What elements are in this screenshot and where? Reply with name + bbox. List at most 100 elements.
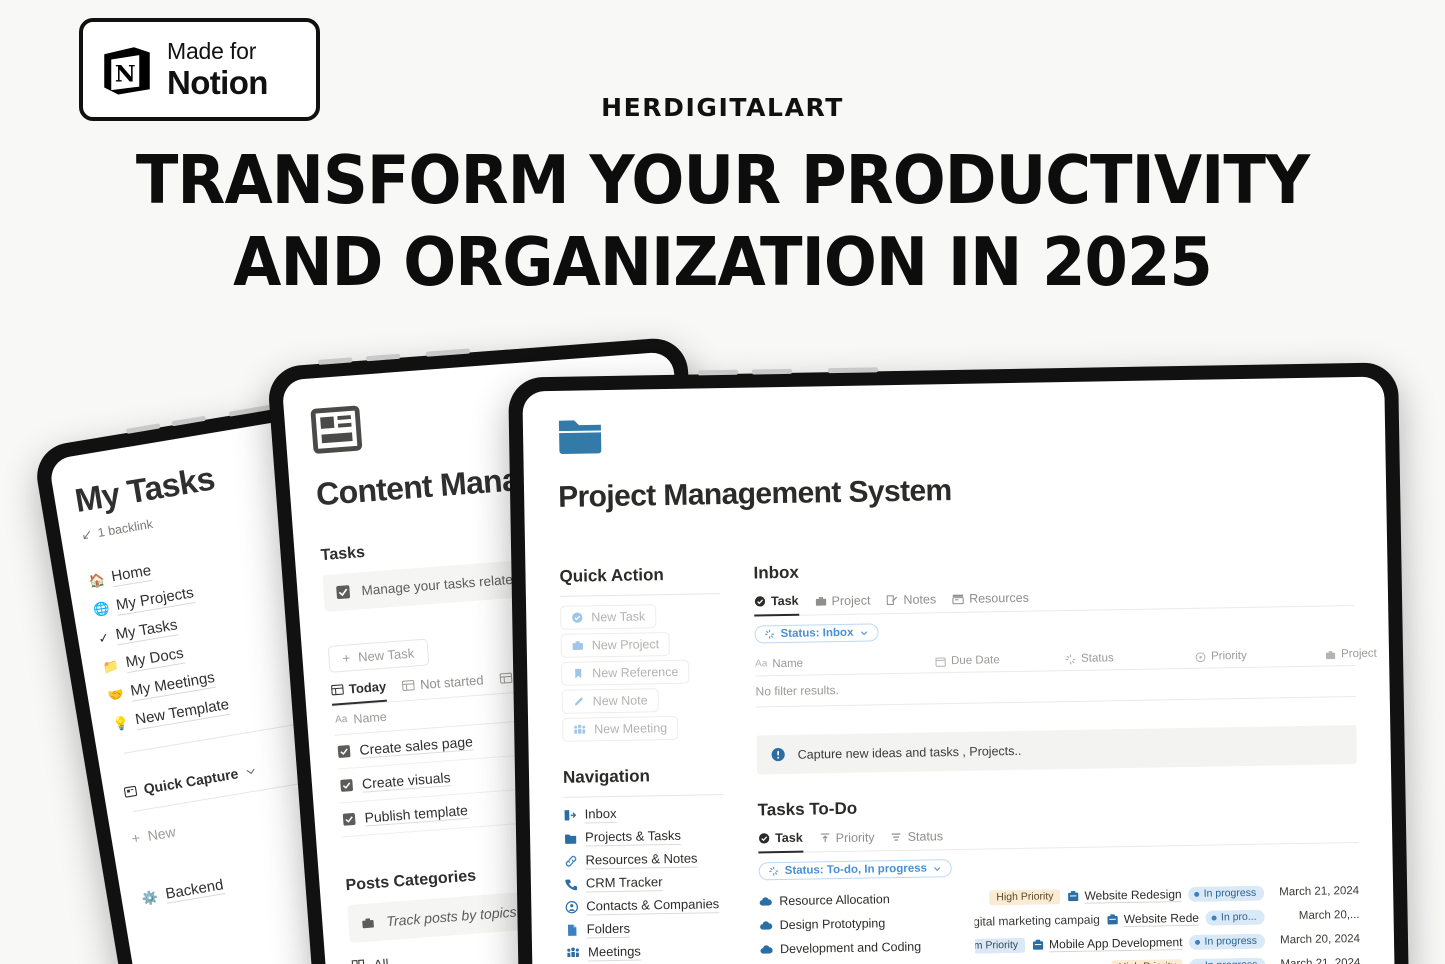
sidebar-item-label: My Projects xyxy=(114,584,196,616)
chevron-down-icon[interactable] xyxy=(244,765,257,778)
nav-item-resources-notes[interactable]: Resources & Notes xyxy=(564,850,724,869)
sidebar-item-label: Home xyxy=(110,561,153,588)
tab-task[interactable]: Task xyxy=(753,593,799,617)
column-header-name: Name xyxy=(772,657,804,671)
row-label: Publish template xyxy=(364,801,469,827)
checkbox-checked-icon[interactable] xyxy=(337,745,351,759)
chevron-down-icon[interactable] xyxy=(933,864,942,873)
briefcase-icon xyxy=(360,915,376,931)
tab-today[interactable]: Today xyxy=(330,678,388,706)
nav-item-inbox[interactable]: Inbox xyxy=(564,804,724,823)
task-badge-icon xyxy=(571,611,583,623)
priority-arrow-icon xyxy=(819,832,831,844)
page-title: Project Management System xyxy=(557,474,952,514)
arrow-down-left-icon xyxy=(80,529,93,542)
gear-icon: ⚙️ xyxy=(140,888,160,907)
tab-label: Status xyxy=(907,829,944,844)
inbox-status-filter[interactable]: Status: Inbox xyxy=(754,623,879,644)
sidebar-item-label: My Tasks xyxy=(114,616,179,646)
new-meeting-button[interactable]: New Meeting xyxy=(562,715,679,742)
due-date: March 20, 2024 xyxy=(1279,932,1361,947)
screen-project-management: Project Management System Quick Action N… xyxy=(522,376,1395,964)
volume-button xyxy=(318,357,353,365)
project-ref[interactable]: Mobile App Development xyxy=(1032,934,1183,953)
button-label: New Note xyxy=(592,693,648,709)
tab-label: Resources xyxy=(969,590,1029,606)
nav-item-contacts-companies[interactable]: Contacts & Companies xyxy=(565,896,725,915)
todo-rows: Resource Allocation High Priority Websit… xyxy=(759,879,1361,964)
checkbox-checked-icon[interactable] xyxy=(335,584,351,600)
task-badge-icon xyxy=(754,595,766,607)
tab-project[interactable]: Project xyxy=(814,593,871,614)
divider xyxy=(563,794,724,798)
nav-item-label: Folders xyxy=(586,920,631,938)
nav-item-projects-tasks[interactable]: Projects & Tasks xyxy=(564,827,724,846)
tab-status[interactable]: Status xyxy=(891,829,944,850)
quick-action-heading: Quick Action xyxy=(559,565,664,586)
tab-task[interactable]: Task xyxy=(758,830,803,854)
project-ref[interactable]: Website Rede xyxy=(1107,910,1200,927)
chevron-down-icon[interactable] xyxy=(859,628,868,637)
button-label: New Reference xyxy=(592,664,679,681)
button-label: New Meeting xyxy=(594,721,668,737)
briefcase-icon xyxy=(1325,649,1336,660)
status-badge: In progress xyxy=(1188,885,1265,902)
tablet-project-management: Project Management System Quick Action N… xyxy=(508,362,1410,964)
nav-item-label: Meetings xyxy=(587,943,641,961)
todo-status-filter[interactable]: Status: To-do, In progress xyxy=(758,859,953,881)
nav-item-crm-tracker[interactable]: CRM Tracker xyxy=(565,873,725,892)
status-label: In progress xyxy=(1204,934,1258,948)
tab-label: Task xyxy=(770,593,799,609)
project-ref-extra[interactable]: design a multi-platform digital marketin… xyxy=(975,913,1100,930)
cloud-task-icon xyxy=(760,944,773,955)
column-header-name: Name xyxy=(352,709,388,727)
briefcase-icon xyxy=(572,639,584,651)
checkbox-checked-icon[interactable] xyxy=(342,812,356,826)
new-note-button[interactable]: New Note xyxy=(561,688,659,714)
bulb-icon: 💡 xyxy=(111,714,130,733)
tab-priority[interactable]: Priority xyxy=(819,830,875,851)
capture-callout-text: Capture new ideas and tasks , Projects.. xyxy=(797,743,1022,762)
tab-resources[interactable]: Resources xyxy=(952,591,1029,612)
volume-button xyxy=(751,368,793,375)
sidebar-item-label: New Template xyxy=(134,695,231,731)
task-name: Design Prototyping xyxy=(779,916,886,933)
plus-icon: + xyxy=(130,829,142,847)
nav-item-meetings[interactable]: Meetings xyxy=(566,942,726,961)
volume-button xyxy=(126,423,161,434)
navigation-list: Inbox Projects & Tasks Resources & Notes… xyxy=(564,804,727,964)
column-header-status: Status xyxy=(1080,652,1114,665)
new-reference-button[interactable]: New Reference xyxy=(561,659,690,686)
status-badge: In pro... xyxy=(1205,909,1265,926)
people-icon xyxy=(566,947,580,959)
button-label: New Project xyxy=(591,637,660,653)
project-ref[interactable]: Website Redesign xyxy=(1067,886,1182,904)
new-project-button[interactable]: New Project xyxy=(560,631,671,658)
nav-item-label: Projects & Tasks xyxy=(584,827,682,846)
power-button xyxy=(228,404,273,417)
new-label: New xyxy=(146,823,177,844)
grid-icon xyxy=(351,959,365,964)
priority-icon xyxy=(1195,651,1206,662)
quick-capture-label: Quick Capture xyxy=(142,765,240,797)
project-label: Mobile App Development xyxy=(1048,934,1183,952)
column-header-priority: Priority xyxy=(1210,649,1247,663)
nav-item-folders[interactable]: Folders xyxy=(566,919,726,938)
tab-notes[interactable]: Notes xyxy=(886,592,936,613)
project-icon xyxy=(1067,890,1079,902)
checkbox-checked-icon[interactable] xyxy=(340,778,354,792)
due-date: March 21, 2024 xyxy=(1280,956,1361,964)
new-task-button[interactable]: + New Task xyxy=(327,638,430,673)
power-button xyxy=(425,348,471,357)
status-icon xyxy=(764,629,775,639)
button-label: New Task xyxy=(591,609,646,625)
main-content-column: Inbox Task Project Notes Resources Statu… xyxy=(753,553,1377,964)
priority-tag: High Priority xyxy=(1111,958,1184,964)
new-task-button[interactable]: New Task xyxy=(560,604,657,630)
due-date: March 21, 2024 xyxy=(1279,884,1360,899)
status-dot-icon xyxy=(1195,939,1201,945)
people-icon xyxy=(573,723,586,735)
inbox-heading: Inbox xyxy=(753,562,800,583)
volume-button xyxy=(697,369,739,376)
row-label: Create visuals xyxy=(361,769,452,793)
